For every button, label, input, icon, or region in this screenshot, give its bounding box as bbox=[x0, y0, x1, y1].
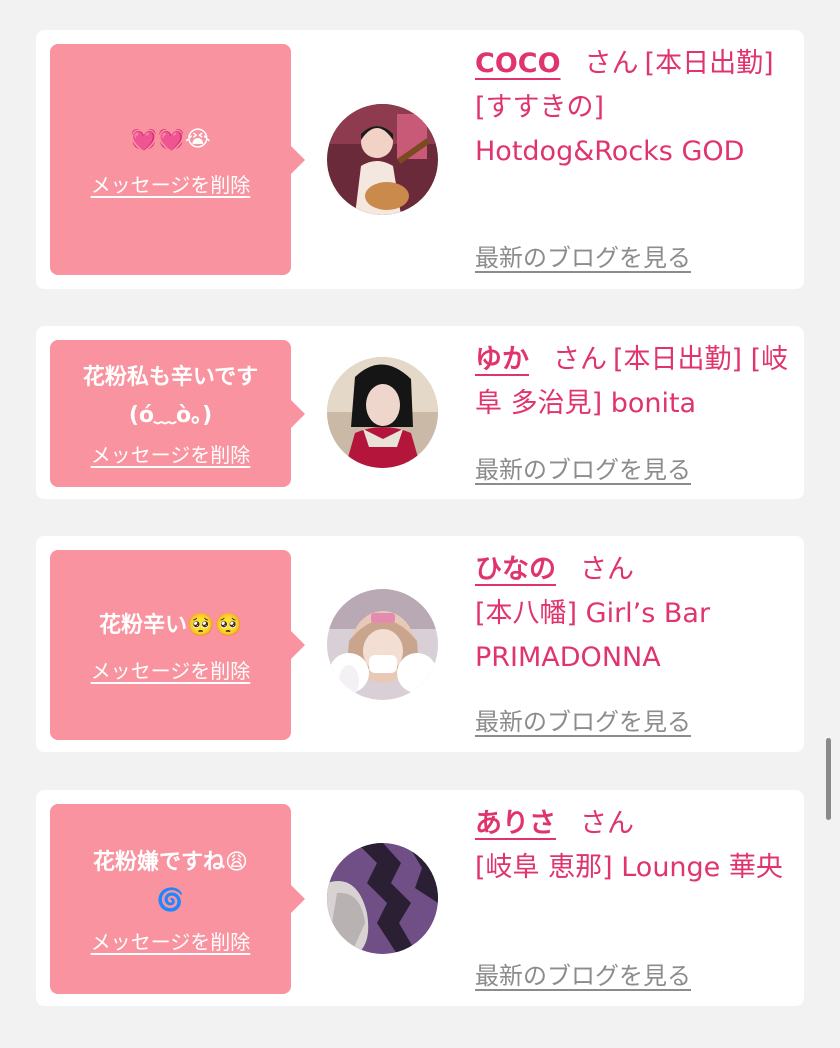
sender-name-link[interactable]: ひなの bbox=[475, 554, 556, 585]
sender-info: ゆか さん [本日出勤] [岐阜 多治見] bonita bbox=[475, 338, 793, 426]
delete-message-link[interactable]: メッセージを削除 bbox=[91, 439, 251, 468]
sender-info: ひなの さん [本八幡] Girl’s Bar PRIMADONNA bbox=[475, 548, 795, 680]
message-card: 花粉私も辛いです (ó﹏ò｡) メッセージを削除 ゆか さん [本日出勤] [岐阜 … bbox=[36, 326, 804, 499]
avatar[interactable] bbox=[327, 589, 438, 700]
latest-blog-link[interactable]: 最新のブログを見る bbox=[475, 702, 691, 737]
sender-name-link[interactable]: COCO bbox=[475, 48, 561, 79]
sender-info: ありさ さん [岐阜 恵那] Lounge 華央 bbox=[475, 802, 795, 890]
message-text: 💓💓😭 bbox=[130, 127, 211, 152]
sender-name-link[interactable]: ゆか bbox=[475, 344, 529, 375]
message-card: 花粉辛い🥺🥺 メッセージを削除 ひなの さん [本八幡] Girl’s Bar P… bbox=[36, 536, 804, 752]
latest-blog-link[interactable]: 最新のブログを見る bbox=[475, 238, 691, 273]
avatar[interactable] bbox=[327, 357, 438, 468]
message-bubble: 花粉辛い🥺🥺 メッセージを削除 bbox=[50, 550, 305, 740]
delete-message-link[interactable]: メッセージを削除 bbox=[91, 926, 251, 955]
message-bubble: 花粉嫌ですね😩 🌀 メッセージを削除 bbox=[50, 804, 305, 994]
message-text: 花粉辛い🥺🥺 bbox=[99, 612, 242, 638]
message-text: 花粉私も辛いです (ó﹏ò｡) bbox=[82, 365, 259, 428]
message-bubble: 💓💓😭 メッセージを削除 bbox=[50, 44, 305, 275]
honorific: さん bbox=[553, 344, 607, 375]
avatar[interactable] bbox=[327, 843, 438, 954]
latest-blog-link[interactable]: 最新のブログを見る bbox=[475, 450, 691, 485]
latest-blog-link[interactable]: 最新のブログを見る bbox=[475, 956, 691, 991]
sender-details: [本八幡] Girl’s Bar PRIMADONNA bbox=[475, 598, 711, 673]
delete-message-link[interactable]: メッセージを削除 bbox=[91, 169, 251, 198]
delete-message-link[interactable]: メッセージを削除 bbox=[91, 655, 251, 684]
honorific: さん bbox=[584, 48, 639, 79]
sender-name-link[interactable]: ありさ bbox=[475, 808, 556, 839]
message-card: 💓💓😭 メッセージを削除 COCO さん [本日出勤] [すすきの] Hotdog&… bbox=[36, 30, 804, 289]
message-list: 💓💓😭 メッセージを削除 COCO さん [本日出勤] [すすきの] Hotdog&… bbox=[0, 0, 840, 1048]
scrollbar[interactable] bbox=[826, 738, 831, 820]
message-text: 花粉嫌ですね😩 🌀 bbox=[93, 849, 248, 913]
honorific: さん bbox=[580, 554, 634, 585]
message-card: 花粉嫌ですね😩 🌀 メッセージを削除 ありさ さん [岐阜 恵那] Lounge … bbox=[36, 790, 804, 1006]
sender-info: COCO さん [本日出勤] [すすきの] Hotdog&Rocks GOD bbox=[475, 42, 795, 174]
message-bubble: 花粉私も辛いです (ó﹏ò｡) メッセージを削除 bbox=[50, 340, 305, 487]
honorific: さん bbox=[580, 808, 634, 839]
sender-details: [岐阜 恵那] Lounge 華央 bbox=[475, 852, 783, 883]
avatar[interactable] bbox=[327, 104, 438, 215]
